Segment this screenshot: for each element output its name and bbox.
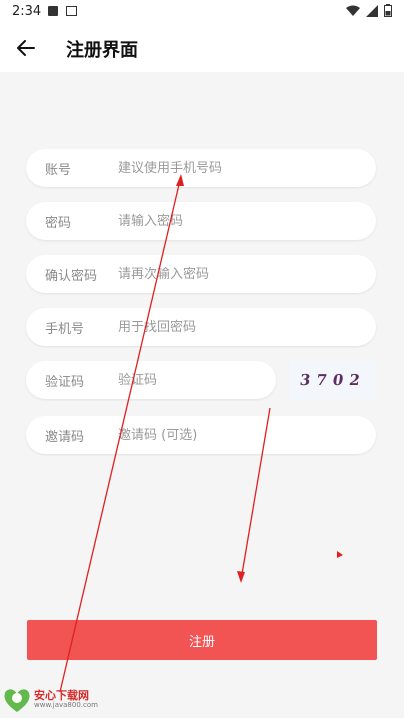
watermark-url: www.java800.com <box>34 701 98 709</box>
register-button[interactable]: 注册 <box>27 620 377 660</box>
account-label: 账号 <box>45 162 72 178</box>
media-icon <box>66 6 77 16</box>
invite-code-field[interactable]: 邀请码 <box>26 416 376 454</box>
account-input[interactable] <box>116 159 360 177</box>
status-bar: 2:34 <box>0 0 404 24</box>
annotation-marker <box>337 551 343 558</box>
wifi-icon <box>346 5 360 16</box>
phone-field[interactable]: 手机号 <box>26 308 376 346</box>
password-field[interactable]: 密码 <box>26 202 376 240</box>
signal-icon <box>366 4 378 17</box>
password-input[interactable] <box>116 212 360 230</box>
phone-input[interactable] <box>116 318 360 336</box>
status-indicators <box>346 4 392 17</box>
annotation-arrowhead-2 <box>237 571 245 583</box>
invite-code-input[interactable] <box>116 426 360 444</box>
account-field[interactable]: 账号 <box>26 149 376 187</box>
verification-code-input[interactable] <box>116 371 260 389</box>
password-label: 密码 <box>45 215 72 231</box>
phone-label: 手机号 <box>45 321 85 337</box>
confirm-password-label: 确认密码 <box>45 268 98 284</box>
battery-icon <box>384 4 392 17</box>
notification-icon <box>48 6 58 16</box>
heart-logo-icon <box>4 689 30 712</box>
status-time: 2:34 <box>12 4 42 19</box>
confirm-password-field[interactable]: 确认密码 <box>26 255 376 293</box>
app-bar: 注册界面 <box>0 24 404 72</box>
page-title: 注册界面 <box>66 40 138 61</box>
watermark: 安心下载网 www.java800.com <box>0 683 100 718</box>
verification-code-label: 验证码 <box>45 374 85 390</box>
arrow-left-icon <box>17 40 35 56</box>
back-button[interactable] <box>12 34 40 62</box>
invite-code-label: 邀请码 <box>45 429 85 445</box>
captcha-text: 3702 <box>298 371 368 389</box>
verification-code-field[interactable]: 验证码 <box>26 361 276 399</box>
captcha-image[interactable]: 3702 <box>290 360 376 400</box>
confirm-password-input[interactable] <box>116 265 360 283</box>
annotation-overlay <box>59 174 343 693</box>
